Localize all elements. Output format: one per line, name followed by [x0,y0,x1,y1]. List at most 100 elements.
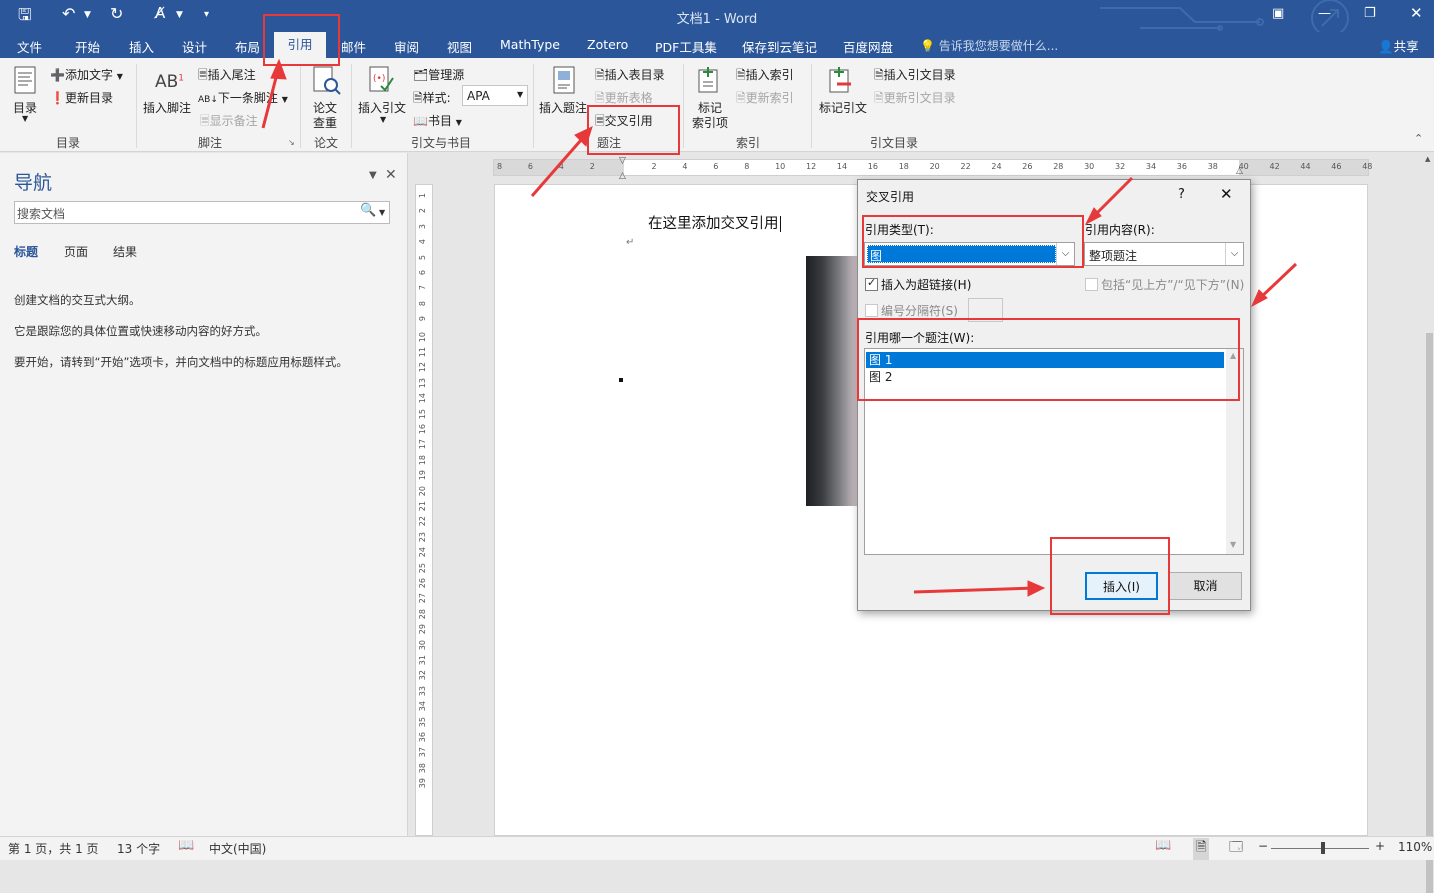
tab-pdf-tools[interactable]: PDF工具集 [655,37,717,56]
share-button[interactable]: 👤共享 [1378,36,1419,55]
collapse-ribbon-icon[interactable]: ⌃ [1414,132,1423,145]
nav-tab-pages[interactable]: 页面 [64,243,88,260]
insert-endnote-button[interactable]: 🗏插入尾注 [198,66,256,87]
right-indent-icon[interactable]: △ [1236,166,1243,176]
scroll-thumb[interactable] [1426,333,1433,893]
vertical-ruler[interactable]: 1 2 3 4 5 6 7 8 9 10 11 12 13 14 15 16 17 18 19 20 21 22 23 24 2… [415,184,433,836]
footnote-launcher-icon[interactable]: ↘ [288,138,295,147]
listbox-scroll-down-icon[interactable]: ▼ [1230,540,1236,549]
zoom-level[interactable]: 110% [1398,840,1432,854]
ruler-tick-label: 37 [418,747,427,758]
insert-toa-button[interactable]: 🗎插入引文目录 [874,66,956,87]
first-line-indent-icon[interactable]: ▽ [619,156,626,166]
close-icon[interactable]: ✕ [1410,4,1423,22]
style-select[interactable]: APA ▼ [462,85,528,106]
dialog-close-icon[interactable]: ✕ [1220,185,1233,203]
tab-file[interactable]: 文件 [17,37,42,56]
tab-home[interactable]: 开始 [75,37,100,56]
print-layout-icon[interactable]: 🗎 [1193,838,1210,860]
word-count[interactable]: 13 个字 [117,840,160,857]
mark-citation-button[interactable]: 标记引文 [819,99,867,116]
nav-options-icon[interactable]: ▼ [369,170,377,181]
toc-icon[interactable] [14,66,36,94]
number-separator-checkbox[interactable] [865,304,878,317]
maximize-icon[interactable]: ❐ [1364,6,1376,21]
insert-caption-button[interactable]: 插入题注 [539,99,587,116]
language-status[interactable]: 中文(中国) [209,840,266,857]
minimize-icon[interactable]: — [1318,6,1331,21]
add-text-button[interactable]: ➕添加文字 ▼ [50,66,123,83]
update-toc-label: 更新目录 [64,91,113,105]
ruler-tick-label: 25 [418,562,427,573]
tab-design[interactable]: 设计 [182,37,207,56]
document-image[interactable] [806,256,860,506]
insert-footnote-button[interactable]: 插入脚注 [143,99,191,116]
manage-sources-button[interactable]: 🗂管理源 [413,66,464,83]
insert-tof-button[interactable]: 🗎插入表目录 [595,66,665,87]
paper-check-icon[interactable] [313,66,341,96]
show-notes-button[interactable]: 🗏显示备注 [200,112,258,133]
footnote-icon[interactable]: AB1 [155,72,184,92]
hanging-indent-icon[interactable]: △ [619,171,626,181]
document-text[interactable]: 在这里添加交叉引用 [648,212,786,233]
ruler-tick-label: 24 [418,547,427,558]
zoom-out-icon[interactable]: − [1258,839,1268,853]
insert-citation-icon[interactable]: (•) [369,66,395,94]
update-index-button[interactable]: 🗎更新索引 [736,89,794,110]
insert-index-button[interactable]: 🗎插入索引 [736,66,794,87]
read-mode-icon[interactable]: 📖 [1155,838,1171,853]
cancel-button[interactable]: 取消 [1169,572,1242,600]
ribbon-display-icon[interactable]: ▣ [1272,6,1284,21]
zoom-slider[interactable] [1271,848,1369,849]
ref-content-select[interactable]: 整项题注 ⌵ [1084,242,1244,266]
tab-mailings[interactable]: 邮件 [341,37,366,56]
ruler-tick-label: 10 [418,331,427,342]
paper-check-line2[interactable]: 查重 [313,114,337,131]
tab-review[interactable]: 审阅 [394,37,419,56]
group-footnote-label: 脚注 [198,136,223,150]
mark-entry-icon[interactable] [698,66,722,94]
tab-mathtype[interactable]: MathType [500,37,560,52]
vertical-scrollbar[interactable]: ▲ [1425,153,1434,893]
update-toa-button[interactable]: 🗎更新引文目录 [874,89,956,110]
nav-tab-results[interactable]: 结果 [113,243,137,260]
search-icon[interactable]: 🔍 [360,203,376,218]
nav-close-icon[interactable]: ✕ [385,167,397,183]
tab-layout[interactable]: 布局 [235,37,260,56]
insert-citation-button[interactable]: 插入引文 [358,99,406,116]
tab-baidu-netdisk[interactable]: 百度网盘 [843,37,893,56]
insert-hyperlink-checkbox[interactable]: ✓ [865,276,878,291]
tab-zotero[interactable]: Zotero [587,37,628,52]
ruler-tick-label: 18 [898,162,909,171]
mark-entry-line2[interactable]: 索引项 [692,114,728,131]
insert-index-icon: 🗎 [736,68,746,82]
ruler-tick-label: 12 [806,162,817,171]
update-index-label: 更新索引 [745,91,794,105]
ruler-tick-label: 32 [418,670,427,681]
mark-citation-icon[interactable] [829,66,855,94]
nav-tab-headings[interactable]: 标题 [14,243,38,260]
nav-search-input[interactable] [14,201,390,224]
anchor-dot [619,378,623,382]
citation-dropdown-icon[interactable]: ▼ [380,115,386,124]
nav-hint-line: 创建文档的交互式大纲。 [14,293,141,307]
web-layout-icon[interactable]: 🗔 [1229,838,1243,860]
search-dropdown-icon[interactable]: ▼ [379,208,385,217]
include-above-below-checkbox[interactable] [1085,278,1098,291]
zoom-in-icon[interactable]: + [1375,839,1385,853]
ribbon-separator [533,64,534,148]
scroll-up-icon[interactable]: ▲ [1425,155,1430,163]
tab-insert[interactable]: 插入 [129,37,154,56]
zoom-slider-thumb[interactable] [1321,842,1325,854]
insert-caption-icon[interactable] [553,66,575,94]
toc-dropdown-icon[interactable]: ▼ [22,114,28,123]
update-toc-button[interactable]: ❗更新目录 [50,89,113,106]
page-count[interactable]: 第 1 页，共 1 页 [8,840,99,857]
dialog-help-icon[interactable]: ? [1178,187,1185,202]
tab-save-cloud-note[interactable]: 保存到云笔记 [742,37,817,56]
proofing-icon[interactable]: 📖 [178,838,194,853]
tell-me-input[interactable]: 💡 告诉我您想要做什么... [920,37,1058,54]
bibliography-button[interactable]: 📖书目 ▼ [413,112,462,129]
tab-view[interactable]: 视图 [447,37,472,56]
next-footnote-button[interactable]: AB↓下一条脚注 ▼ [198,89,288,106]
